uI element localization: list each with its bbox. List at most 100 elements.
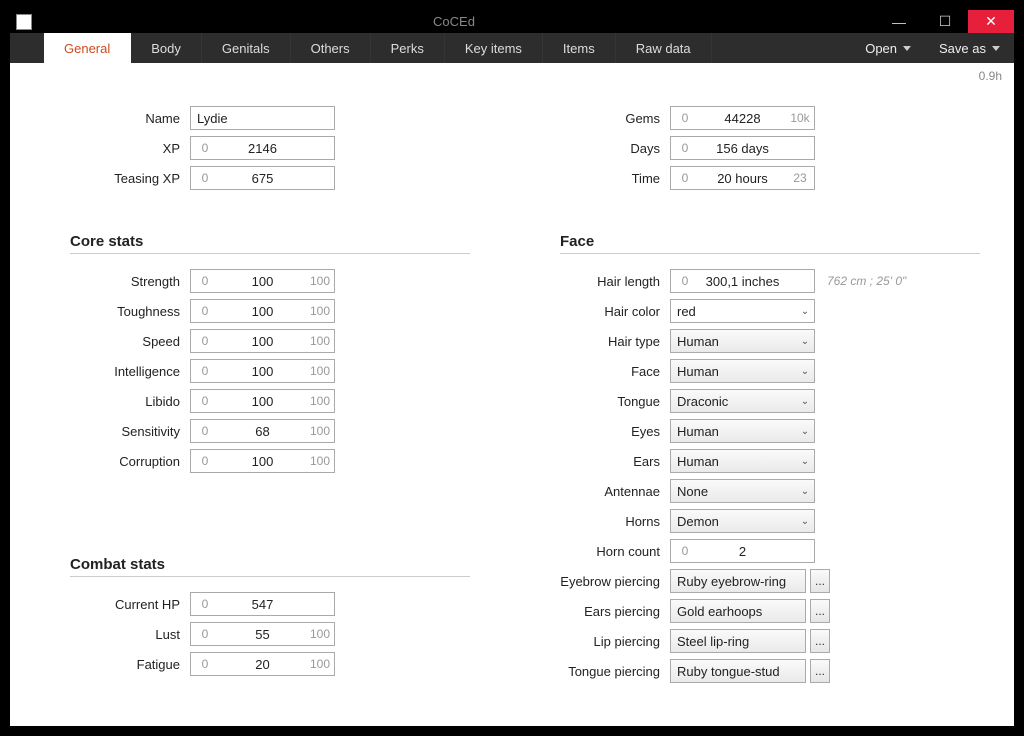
combat-1-input[interactable]: 055100 xyxy=(190,622,335,646)
tongue-piercing-combo[interactable]: Ruby tongue-stud xyxy=(670,659,806,683)
eyebrow-piercing-combo[interactable]: Ruby eyebrow-ring xyxy=(670,569,806,593)
core-5-input[interactable]: 068100 xyxy=(190,419,335,443)
stat-label: Toughness xyxy=(70,304,190,319)
chevron-down-icon: ⌄ xyxy=(796,336,814,347)
version-label: 0.9h xyxy=(979,69,1002,83)
stat-row: Intelligence0100100 xyxy=(70,356,470,386)
ears-piercing-combo[interactable]: Gold earhoops xyxy=(670,599,806,623)
tab-others[interactable]: Others xyxy=(291,33,371,63)
window-title: CoCEd xyxy=(32,14,876,29)
teasing-xp-input[interactable]: 0 675 xyxy=(190,166,335,190)
combat-0-input[interactable]: 0547 xyxy=(190,592,335,616)
tab-body[interactable]: Body xyxy=(131,33,202,63)
hair-length-input[interactable]: 0 300,1 inches xyxy=(670,269,815,293)
open-menu[interactable]: Open xyxy=(851,33,925,63)
combat-stats-section: Combat stats Current HP0547Lust055100Fat… xyxy=(70,556,470,679)
stat-row: Fatigue020100 xyxy=(70,649,470,679)
stat-row: Toughness0100100 xyxy=(70,296,470,326)
core-stats-section: Core stats Strength0100100Toughness01001… xyxy=(70,233,470,476)
minimize-button[interactable]: — xyxy=(876,10,922,33)
basic-section: Name Lydie XP 0 2146 Teasing XP xyxy=(70,103,470,193)
face-combo[interactable]: Human⌄ xyxy=(670,359,815,383)
stat-label: Speed xyxy=(70,334,190,349)
chevron-down-icon xyxy=(903,46,911,51)
tongue-piercing-more-button[interactable]: ... xyxy=(810,659,830,683)
horn-count-label: Horn count xyxy=(560,544,670,559)
core-stats-heading: Core stats xyxy=(70,233,470,254)
app-window: CoCEd — ☐ ✕ General Body Genitals Others… xyxy=(10,10,1014,726)
time-label: Time xyxy=(560,171,670,186)
stat-row: Libido0100100 xyxy=(70,386,470,416)
time-input[interactable]: 0 20 hours 23 xyxy=(670,166,815,190)
content-area: 0.9h Name Lydie XP 0 2146 xyxy=(10,63,1014,726)
eyebrow-piercing-label: Eyebrow piercing xyxy=(560,574,670,589)
tab-rawdata[interactable]: Raw data xyxy=(616,33,712,63)
stat-row: Current HP0547 xyxy=(70,589,470,619)
name-input[interactable]: Lydie xyxy=(190,106,335,130)
chevron-down-icon: ⌄ xyxy=(796,366,814,377)
core-6-input[interactable]: 0100100 xyxy=(190,449,335,473)
chevron-down-icon: ⌄ xyxy=(796,396,814,407)
lip-piercing-label: Lip piercing xyxy=(560,634,670,649)
stat-row: Strength0100100 xyxy=(70,266,470,296)
eyes-combo[interactable]: Human⌄ xyxy=(670,419,815,443)
days-input[interactable]: 0 156 days xyxy=(670,136,815,160)
hair-type-combo[interactable]: Human⌄ xyxy=(670,329,815,353)
stat-label: Intelligence xyxy=(70,364,190,379)
stat-label: Lust xyxy=(70,627,190,642)
lip-piercing-combo[interactable]: Steel lip-ring xyxy=(670,629,806,653)
eyebrow-piercing-more-button[interactable]: ... xyxy=(810,569,830,593)
core-2-input[interactable]: 0100100 xyxy=(190,329,335,353)
gems-input[interactable]: 0 44228 10k xyxy=(670,106,815,130)
stat-row: Sensitivity068100 xyxy=(70,416,470,446)
stat-row: Corruption0100100 xyxy=(70,446,470,476)
combat-stats-heading: Combat stats xyxy=(70,556,470,577)
face-heading: Face xyxy=(560,233,980,254)
eyes-label: Eyes xyxy=(560,424,670,439)
stat-label: Corruption xyxy=(70,454,190,469)
ears-piercing-label: Ears piercing xyxy=(560,604,670,619)
xp-input[interactable]: 0 2146 xyxy=(190,136,335,160)
tab-genitals[interactable]: Genitals xyxy=(202,33,291,63)
tab-keyitems[interactable]: Key items xyxy=(445,33,543,63)
stat-row: Speed0100100 xyxy=(70,326,470,356)
combat-2-input[interactable]: 020100 xyxy=(190,652,335,676)
chevron-down-icon: ⌄ xyxy=(796,426,814,437)
stat-row: Lust055100 xyxy=(70,619,470,649)
titlebar: CoCEd — ☐ ✕ xyxy=(10,10,1014,33)
chevron-down-icon: ⌄ xyxy=(796,306,814,317)
tab-items[interactable]: Items xyxy=(543,33,616,63)
horn-count-input[interactable]: 0 2 xyxy=(670,539,815,563)
antennae-combo[interactable]: None⌄ xyxy=(670,479,815,503)
ears-piercing-more-button[interactable]: ... xyxy=(810,599,830,623)
core-1-input[interactable]: 0100100 xyxy=(190,299,335,323)
tongue-combo[interactable]: Draconic⌄ xyxy=(670,389,815,413)
name-label: Name xyxy=(70,111,190,126)
stat-label: Libido xyxy=(70,394,190,409)
days-label: Days xyxy=(560,141,670,156)
hair-color-combo[interactable]: red⌄ xyxy=(670,299,815,323)
antennae-label: Antennae xyxy=(560,484,670,499)
lip-piercing-more-button[interactable]: ... xyxy=(810,629,830,653)
stat-label: Current HP xyxy=(70,597,190,612)
stat-label: Strength xyxy=(70,274,190,289)
face-label: Face xyxy=(560,364,670,379)
tabbar: General Body Genitals Others Perks Key i… xyxy=(10,33,1014,63)
close-button[interactable]: ✕ xyxy=(968,10,1014,33)
core-0-input[interactable]: 0100100 xyxy=(190,269,335,293)
hair-length-hint: 762 cm ; 25' 0" xyxy=(827,274,906,288)
horns-combo[interactable]: Demon⌄ xyxy=(670,509,815,533)
tongue-label: Tongue xyxy=(560,394,670,409)
maximize-button[interactable]: ☐ xyxy=(922,10,968,33)
tab-perks[interactable]: Perks xyxy=(371,33,445,63)
ears-combo[interactable]: Human⌄ xyxy=(670,449,815,473)
chevron-down-icon: ⌄ xyxy=(796,516,814,527)
tongue-piercing-label: Tongue piercing xyxy=(560,664,670,679)
core-3-input[interactable]: 0100100 xyxy=(190,359,335,383)
chevron-down-icon xyxy=(992,46,1000,51)
basic-right-section: Gems 0 44228 10k Days 0 156 days xyxy=(560,103,980,193)
core-4-input[interactable]: 0100100 xyxy=(190,389,335,413)
save-as-menu[interactable]: Save as xyxy=(925,33,1014,63)
gems-label: Gems xyxy=(560,111,670,126)
tab-general[interactable]: General xyxy=(44,33,131,63)
